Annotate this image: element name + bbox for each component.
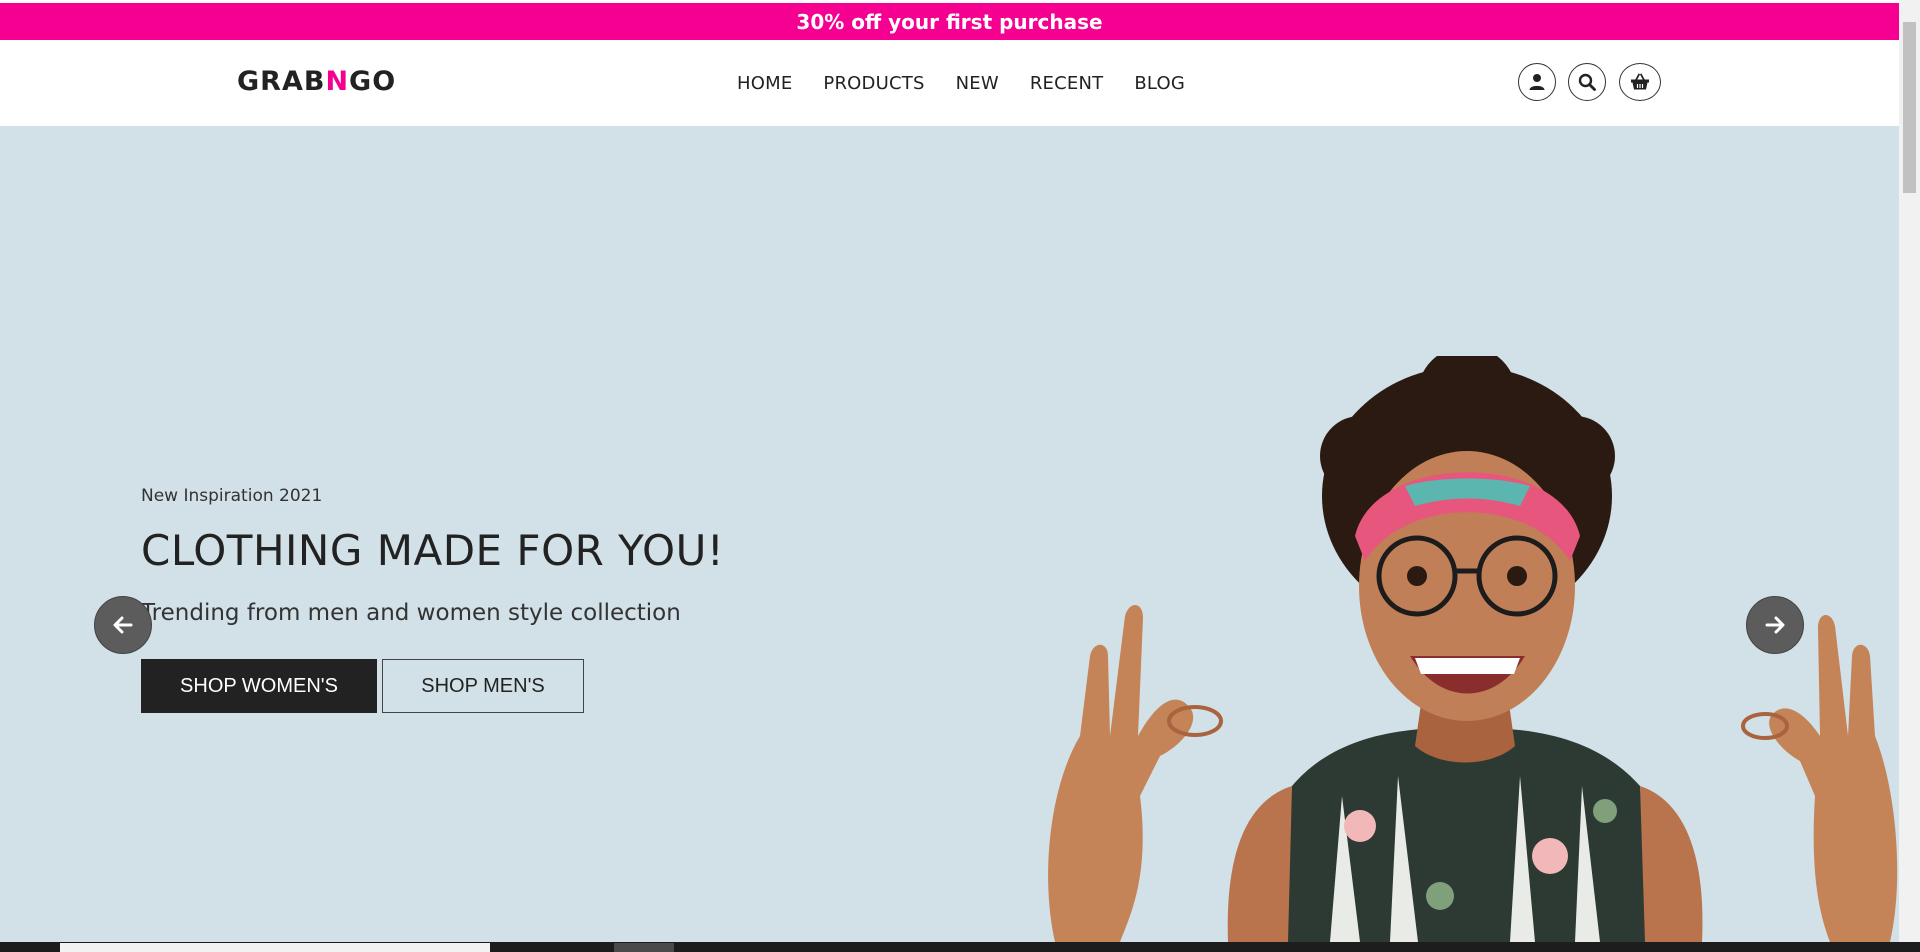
nav-recent[interactable]: RECENT xyxy=(1030,73,1103,94)
account-button[interactable] xyxy=(1518,63,1556,101)
scrollbar-thumb[interactable] xyxy=(1903,22,1916,193)
user-icon xyxy=(1529,74,1545,90)
basket-icon xyxy=(1631,73,1649,90)
promo-banner: 30% off your first purchase xyxy=(0,3,1899,40)
taskbar xyxy=(0,942,1920,952)
search-icon xyxy=(1578,73,1596,91)
nav-blog[interactable]: BLOG xyxy=(1134,73,1185,94)
page-scrollbar[interactable] xyxy=(1899,0,1920,942)
arrow-right-icon xyxy=(1765,616,1785,634)
shop-mens-button[interactable]: SHOP MEN'S xyxy=(382,659,584,713)
taskbar-app-item[interactable] xyxy=(614,943,674,952)
hero-subline: Trending from men and women style collec… xyxy=(141,600,681,626)
site-logo[interactable]: GRABNGO xyxy=(237,66,396,97)
logo-part-grab: GRAB xyxy=(237,66,326,97)
promo-text: 30% off your first purchase xyxy=(796,9,1103,34)
search-button[interactable] xyxy=(1568,63,1606,101)
main-nav: HOME PRODUCTS NEW RECENT BLOG xyxy=(737,40,1216,126)
hero-slider: New Inspiration 2021 CLOTHING MADE FOR Y… xyxy=(0,126,1899,942)
arrow-left-icon xyxy=(113,616,133,634)
slider-next-button[interactable] xyxy=(1746,596,1804,654)
nav-new[interactable]: NEW xyxy=(956,73,999,94)
logo-part-go: GO xyxy=(349,66,397,97)
hero-headline: CLOTHING MADE FOR YOU! xyxy=(141,526,725,575)
slider-prev-button[interactable] xyxy=(94,596,152,654)
taskbar-search-box[interactable] xyxy=(60,943,490,952)
shop-womens-button[interactable]: SHOP WOMEN'S xyxy=(141,659,377,713)
nav-home[interactable]: HOME xyxy=(737,73,792,94)
cart-button[interactable] xyxy=(1619,63,1661,101)
logo-part-n: N xyxy=(325,66,350,97)
nav-products[interactable]: PRODUCTS xyxy=(823,73,924,94)
site-header: GRABNGO HOME PRODUCTS NEW RECENT BLOG xyxy=(0,40,1899,126)
hero-eyebrow: New Inspiration 2021 xyxy=(141,486,323,506)
